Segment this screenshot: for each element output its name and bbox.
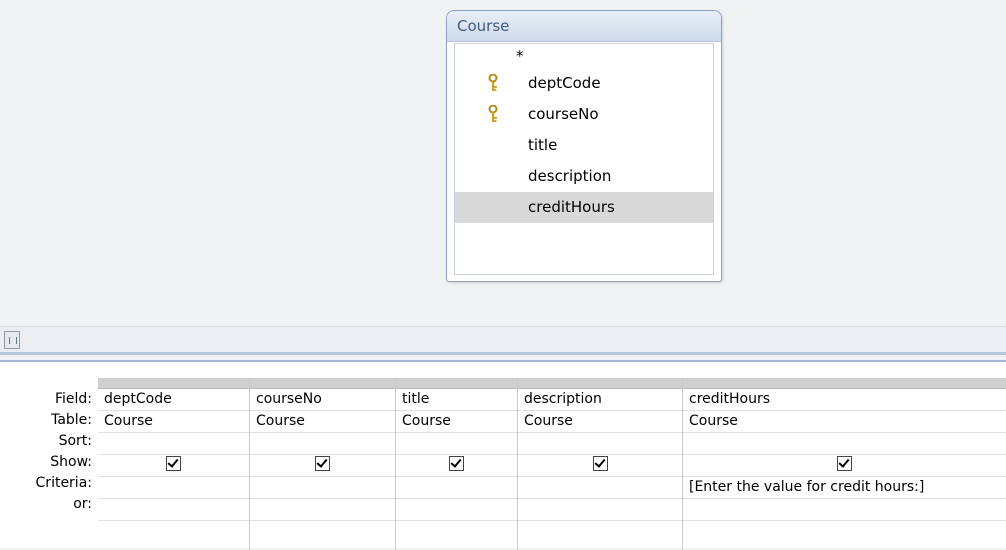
table-cell[interactable]: Course bbox=[518, 411, 682, 433]
criteria-cell[interactable] bbox=[396, 477, 517, 499]
show-checkbox[interactable] bbox=[837, 456, 852, 471]
field-label: deptCode bbox=[528, 74, 601, 92]
show-cell bbox=[683, 455, 1006, 477]
show-checkbox[interactable] bbox=[166, 456, 181, 471]
field-credithours[interactable]: creditHours bbox=[455, 192, 713, 223]
table-cell[interactable]: Course bbox=[683, 411, 1006, 433]
grid-column: courseNo Course bbox=[250, 378, 396, 550]
field-description[interactable]: description bbox=[455, 161, 713, 192]
field-cell[interactable]: deptCode bbox=[98, 389, 249, 411]
field-label: title bbox=[528, 136, 558, 154]
field-label: description bbox=[528, 167, 612, 185]
field-deptcode[interactable]: deptCode bbox=[455, 68, 713, 99]
sort-cell[interactable] bbox=[98, 433, 249, 455]
row-label-criteria: Criteria: bbox=[35, 475, 92, 491]
field-cell[interactable]: courseNo bbox=[250, 389, 395, 411]
row-label-or: or: bbox=[73, 496, 92, 512]
grid-column: description Course bbox=[518, 378, 683, 550]
splitter-bar[interactable] bbox=[0, 352, 1006, 355]
criteria-cell[interactable] bbox=[98, 477, 249, 499]
table-title[interactable]: Course bbox=[447, 11, 721, 42]
column-selector[interactable] bbox=[250, 378, 395, 389]
primary-key-icon bbox=[488, 74, 498, 91]
show-checkbox[interactable] bbox=[315, 456, 330, 471]
row-label-show: Show: bbox=[50, 454, 92, 470]
show-checkbox[interactable] bbox=[449, 456, 464, 471]
grid-column: title Course bbox=[396, 378, 518, 550]
row-label-field: Field: bbox=[54, 391, 92, 407]
sort-cell[interactable] bbox=[396, 433, 517, 455]
column-selector[interactable] bbox=[683, 378, 1006, 389]
sort-cell[interactable] bbox=[683, 433, 1006, 455]
table-cell[interactable]: Course bbox=[98, 411, 249, 433]
or-cell[interactable] bbox=[683, 499, 1006, 521]
table-cell[interactable]: Course bbox=[250, 411, 395, 433]
grid-column: creditHours Course [Enter the value for … bbox=[683, 378, 1006, 550]
field-list: * deptCode courseNo title description cr… bbox=[454, 43, 714, 275]
row-labels: Field: Table: Sort: Show: Criteria: or: bbox=[0, 378, 96, 515]
field-cell[interactable]: description bbox=[518, 389, 682, 411]
query-grid-pane: Field: Table: Sort: Show: Criteria: or: … bbox=[0, 360, 1006, 550]
field-cell[interactable]: title bbox=[396, 389, 517, 411]
row-label-sort: Sort: bbox=[58, 433, 92, 449]
scroll-thumb[interactable] bbox=[4, 331, 20, 349]
field-label: creditHours bbox=[528, 198, 615, 216]
grid-column: deptCode Course bbox=[98, 378, 250, 550]
show-cell bbox=[250, 455, 395, 477]
table-cell[interactable]: Course bbox=[396, 411, 517, 433]
show-checkbox[interactable] bbox=[592, 456, 608, 471]
sort-cell[interactable] bbox=[518, 433, 682, 455]
criteria-cell[interactable] bbox=[250, 477, 395, 499]
show-cell bbox=[518, 455, 682, 477]
query-design-pane: Course * deptCode courseNo title descrip… bbox=[0, 0, 1006, 326]
sort-cell[interactable] bbox=[250, 433, 395, 455]
field-all-star[interactable]: * bbox=[455, 44, 713, 68]
field-label: * bbox=[516, 47, 524, 65]
criteria-cell[interactable] bbox=[518, 477, 682, 499]
or-cell[interactable] bbox=[98, 499, 249, 521]
or-cell[interactable] bbox=[518, 499, 682, 521]
or-cell[interactable] bbox=[250, 499, 395, 521]
course-table-field-list[interactable]: Course * deptCode courseNo title descrip… bbox=[446, 10, 722, 282]
field-cell[interactable]: creditHours bbox=[683, 389, 1006, 411]
criteria-cell[interactable]: [Enter the value for credit hours:] bbox=[683, 477, 1006, 499]
show-cell bbox=[98, 455, 249, 477]
column-selector[interactable] bbox=[518, 378, 682, 389]
or-cell[interactable] bbox=[396, 499, 517, 521]
show-cell bbox=[396, 455, 517, 477]
field-title[interactable]: title bbox=[455, 130, 713, 161]
field-label: courseNo bbox=[528, 105, 599, 123]
field-courseno[interactable]: courseNo bbox=[455, 99, 713, 130]
primary-key-icon bbox=[488, 105, 498, 122]
row-label-table: Table: bbox=[51, 412, 92, 428]
column-selector[interactable] bbox=[396, 378, 517, 389]
column-selector[interactable] bbox=[98, 378, 249, 389]
